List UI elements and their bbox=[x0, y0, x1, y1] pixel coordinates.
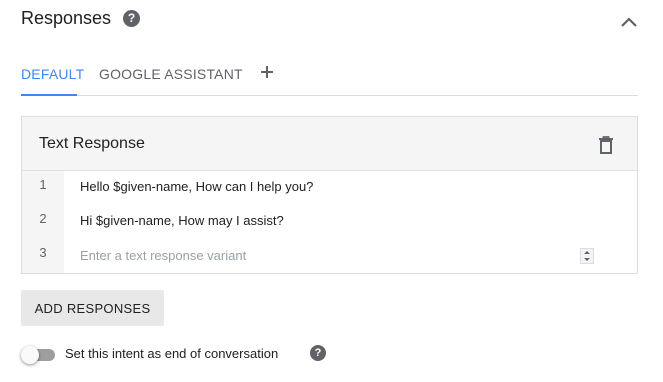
help-icon[interactable]: ? bbox=[310, 345, 326, 361]
text-response-card: Text Response 1 Hello $given-name, How c… bbox=[21, 116, 638, 274]
end-conversation-label: Set this intent as end of conversation bbox=[65, 346, 279, 361]
toggle-thumb bbox=[21, 346, 39, 364]
tab-google-assistant[interactable]: GOOGLE ASSISTANT bbox=[99, 66, 243, 82]
row-number: 1 bbox=[39, 177, 47, 192]
response-text[interactable]: Hi $given-name, How may I assist? bbox=[80, 213, 284, 228]
response-variant-input[interactable] bbox=[80, 241, 600, 269]
response-text[interactable]: Hello $given-name, How can I help you? bbox=[80, 179, 313, 194]
end-conversation-toggle[interactable] bbox=[21, 346, 57, 364]
plus-icon[interactable] bbox=[257, 62, 277, 82]
trash-icon[interactable] bbox=[597, 135, 615, 155]
card-title: Text Response bbox=[39, 135, 145, 152]
add-responses-button[interactable]: ADD RESPONSES bbox=[21, 290, 164, 326]
response-row[interactable]: 1 Hello $given-name, How can I help you? bbox=[22, 171, 637, 205]
responses-header: Responses ? bbox=[21, 6, 641, 36]
card-header: Text Response bbox=[22, 117, 637, 171]
response-row[interactable]: 3 bbox=[22, 239, 637, 273]
help-icon[interactable]: ? bbox=[123, 10, 140, 27]
active-tab-indicator bbox=[21, 94, 77, 96]
row-number: 3 bbox=[39, 245, 47, 260]
response-tabs: DEFAULT GOOGLE ASSISTANT bbox=[21, 58, 638, 96]
section-title: Responses bbox=[21, 8, 112, 28]
resize-handle-icon[interactable] bbox=[580, 248, 594, 264]
response-row[interactable]: 2 Hi $given-name, How may I assist? bbox=[22, 205, 637, 239]
row-number: 2 bbox=[39, 211, 47, 226]
chevron-up-icon[interactable] bbox=[617, 10, 641, 34]
tab-default[interactable]: DEFAULT bbox=[21, 66, 84, 82]
